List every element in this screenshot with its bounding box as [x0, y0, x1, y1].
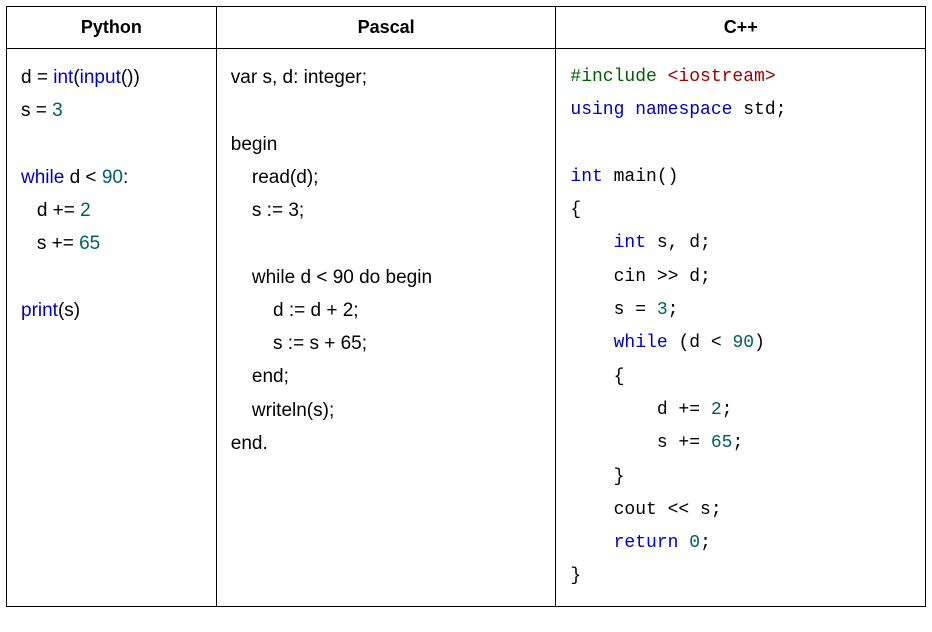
cpp-cell: #include <iostream> using namespace std;… [556, 49, 926, 607]
pascal-code: var s, d: integer; begin read(d); s := 3… [231, 61, 542, 460]
header-pascal: Pascal [216, 7, 556, 49]
code-row: d = int(input()) s = 3 while d < 90: d +… [7, 49, 926, 607]
pascal-cell: var s, d: integer; begin read(d); s := 3… [216, 49, 556, 607]
header-cpp: C++ [556, 7, 926, 49]
python-code: d = int(input()) s = 3 while d < 90: d +… [21, 61, 202, 327]
code-comparison-table: Python Pascal C++ d = int(input()) s = 3… [6, 6, 926, 607]
header-row: Python Pascal C++ [7, 7, 926, 49]
cpp-code: #include <iostream> using namespace std;… [570, 61, 911, 594]
python-cell: d = int(input()) s = 3 while d < 90: d +… [7, 49, 217, 607]
header-python: Python [7, 7, 217, 49]
